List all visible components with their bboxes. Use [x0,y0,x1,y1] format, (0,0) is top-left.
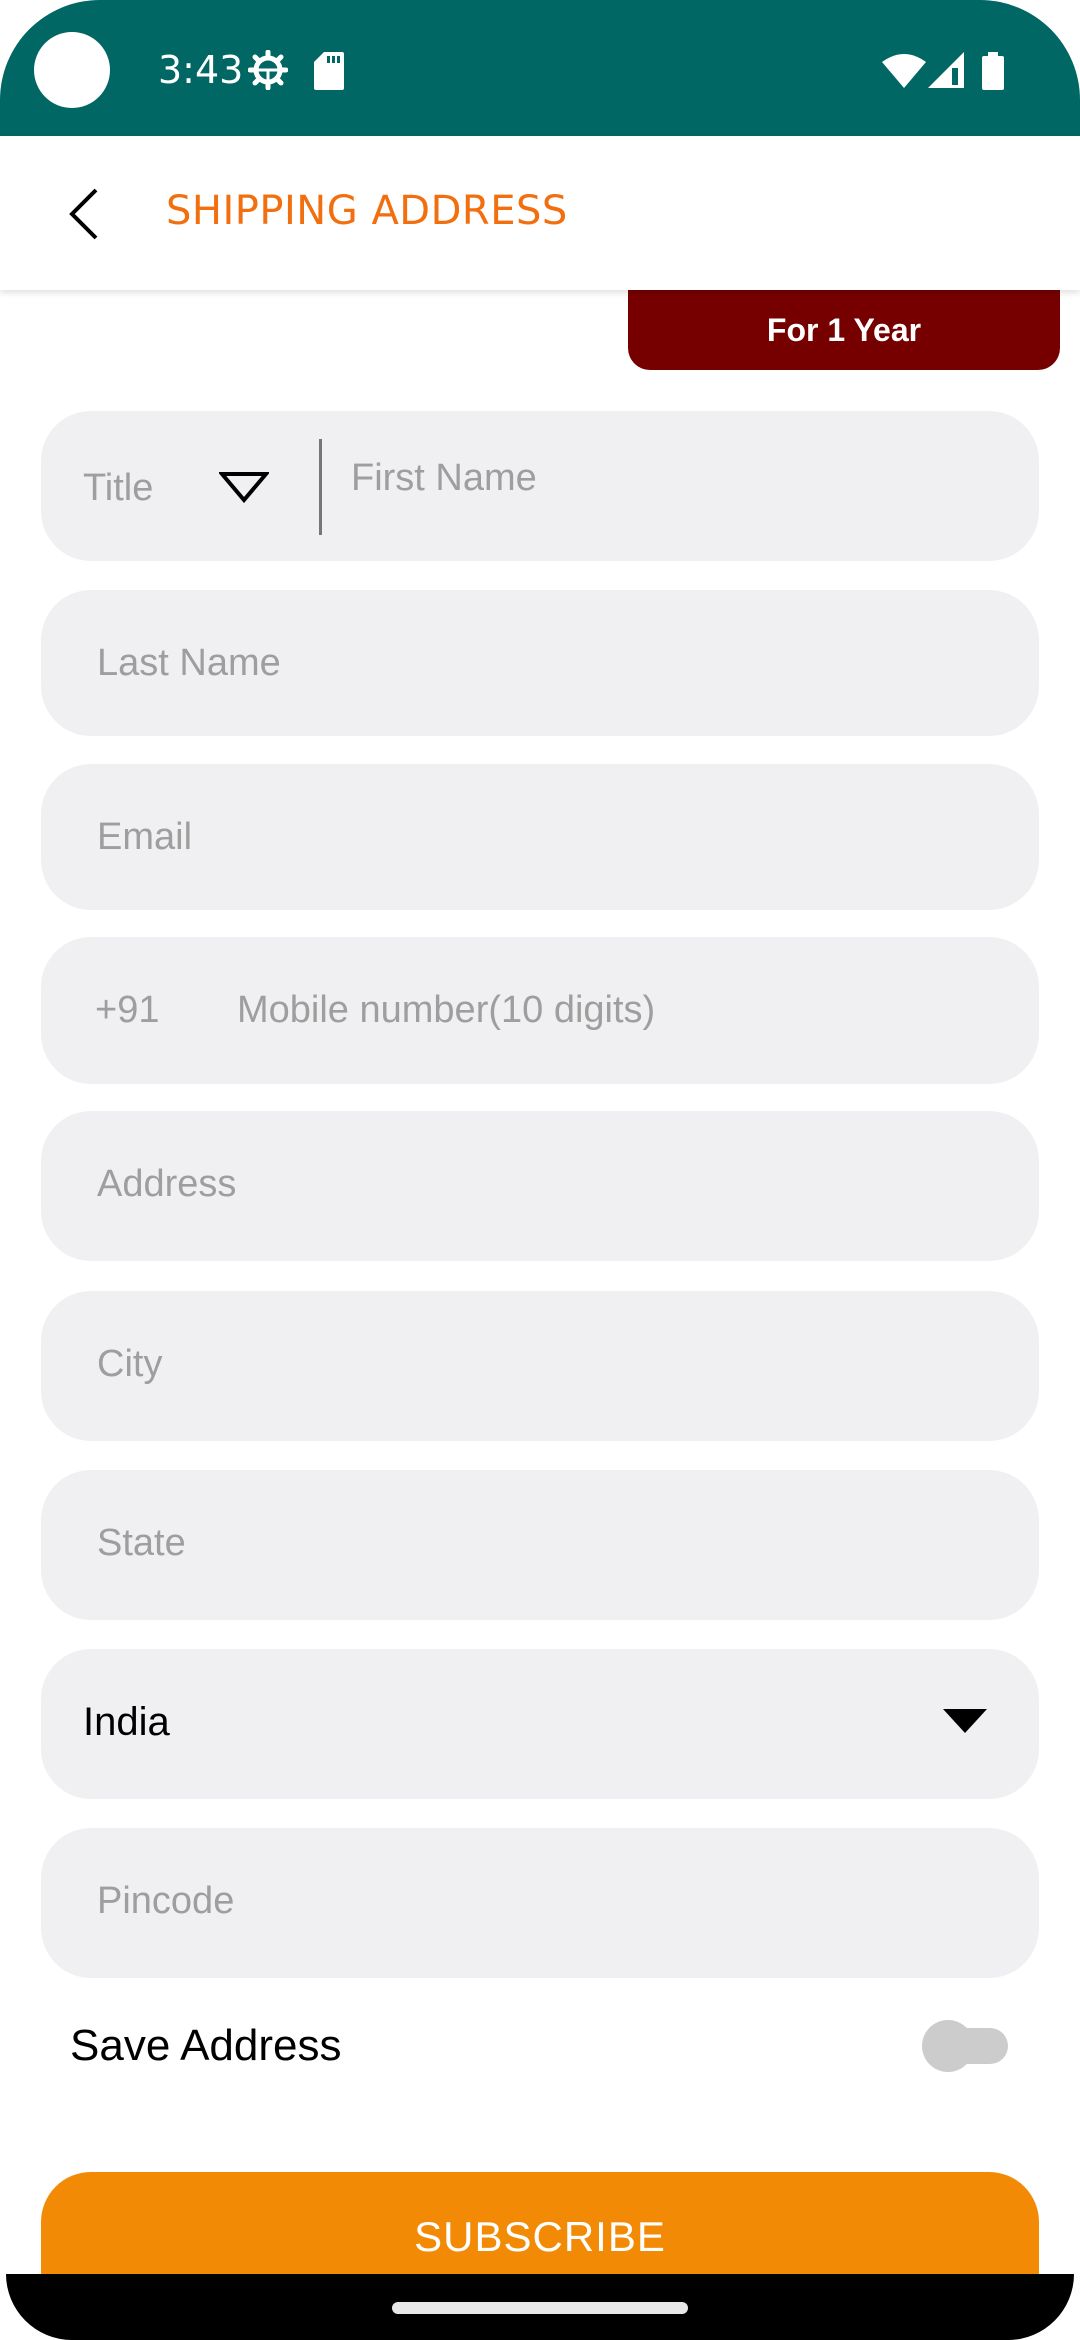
first-name-placeholder: First Name [351,457,537,499]
first-name-input[interactable]: First Name [323,411,1039,561]
triangle-down-outline-icon [219,472,269,503]
triangle-down-filled-icon [943,1709,987,1733]
home-gesture-handle[interactable] [392,2302,688,2314]
wifi-icon [882,54,926,88]
battery-icon [982,52,1004,90]
settings-gear-icon [248,50,288,90]
email-input[interactable]: Email [41,764,1039,910]
country-code[interactable]: +91 [95,987,159,1033]
title-select-placeholder: Title [83,467,154,509]
mobile-number-placeholder: Mobile number(10 digits) [237,989,656,1031]
save-address-toggle[interactable] [920,2018,1010,2074]
cell-signal-icon [928,52,964,88]
state-input[interactable]: State [41,1470,1039,1620]
city-placeholder: City [97,1343,163,1385]
last-name-input[interactable]: Last Name [41,590,1039,736]
title-select[interactable]: Title [41,411,319,561]
last-name-placeholder: Last Name [97,642,281,684]
sd-card-icon [314,52,344,90]
app-bar: SHIPPING ADDRESS [0,136,1080,290]
status-bar: 3:43 [0,0,1080,136]
state-placeholder: State [97,1522,186,1564]
navigation-bar [6,2274,1074,2340]
mobile-number-input[interactable]: Mobile number(10 digits) [221,937,1039,1084]
status-time: 3:43 [158,48,244,92]
page-title: SHIPPING ADDRESS [166,188,568,234]
pincode-input[interactable]: Pincode [41,1828,1039,1978]
email-placeholder: Email [97,816,193,858]
name-row-field: Title First Name [41,411,1039,561]
camera-cutout [34,32,110,108]
pincode-placeholder: Pincode [97,1880,235,1922]
address-input[interactable]: Address [41,1111,1039,1261]
city-input[interactable]: City [41,1291,1039,1441]
save-address-label: Save Address [70,2021,342,2070]
country-select[interactable]: India [41,1649,1039,1799]
back-button[interactable] [60,184,110,244]
country-selected-value: India [83,1700,170,1744]
address-placeholder: Address [97,1163,237,1205]
field-divider [319,439,322,535]
plan-duration-badge: For 1 Year [628,290,1060,370]
mobile-number-field: +91 Mobile number(10 digits) [41,937,1039,1084]
